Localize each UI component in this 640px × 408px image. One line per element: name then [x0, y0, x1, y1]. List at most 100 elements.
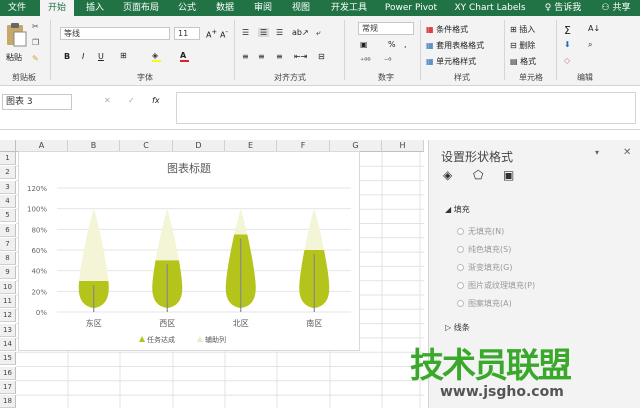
- orientation-icon[interactable]: ab↗: [292, 28, 309, 37]
- align-middle-icon[interactable]: ☰: [258, 28, 270, 37]
- size-properties-tab-icon[interactable]: ▣: [503, 168, 514, 182]
- legend-marker: [197, 336, 203, 342]
- increase-decimal-icon[interactable]: ⁺⁰⁰: [360, 56, 371, 65]
- picture-fill-option[interactable]: 图片或纹理填充(P): [457, 280, 535, 291]
- font-size-select[interactable]: 11: [174, 27, 200, 40]
- align-left-icon[interactable]: ≡: [242, 52, 249, 61]
- row-header[interactable]: 9: [0, 266, 16, 280]
- conditional-format-button[interactable]: ▦ 条件格式: [426, 24, 468, 35]
- align-bottom-icon[interactable]: ☰: [276, 28, 283, 37]
- comma-button[interactable]: ,: [404, 40, 407, 49]
- tell-me-button[interactable]: ♀ 告诉我: [538, 0, 588, 16]
- tab-formulas[interactable]: 公式: [170, 0, 204, 16]
- wrap-text-icon[interactable]: ⤶: [316, 28, 320, 38]
- divider: [504, 20, 505, 80]
- tab-page-layout[interactable]: 页面布局: [116, 0, 166, 16]
- tab-insert[interactable]: 插入: [78, 0, 112, 16]
- percent-button[interactable]: %: [388, 40, 396, 49]
- effects-tab-icon[interactable]: ⬠: [473, 168, 483, 182]
- row-header[interactable]: 10: [0, 280, 16, 294]
- delete-cells-button[interactable]: ⊟ 删除: [510, 40, 535, 51]
- share-button[interactable]: ⚇ 共享: [594, 0, 638, 16]
- underline-button[interactable]: U: [98, 52, 104, 61]
- fill-section-header[interactable]: ◢ 填充: [445, 204, 470, 215]
- font-name-select[interactable]: 等线: [60, 27, 170, 40]
- pane-options-dropdown-icon[interactable]: ▾: [595, 148, 599, 157]
- merge-icon[interactable]: ⊟: [318, 52, 325, 61]
- shrink-font-icon[interactable]: A-: [220, 28, 228, 40]
- format-painter-icon[interactable]: ✎: [32, 54, 39, 63]
- enter-icon[interactable]: ✓: [128, 96, 135, 105]
- cell-styles-button[interactable]: ▦ 单元格样式: [426, 56, 476, 67]
- format-as-table-label: 套用表格格式: [436, 41, 485, 50]
- row-header[interactable]: 7: [0, 237, 16, 251]
- align-center-icon[interactable]: ≡: [258, 52, 265, 61]
- row-header[interactable]: 2: [0, 166, 16, 180]
- row-header[interactable]: 3: [0, 180, 16, 194]
- tab-power-pivot[interactable]: Power Pivot: [380, 0, 442, 16]
- row-header[interactable]: 17: [0, 380, 16, 394]
- autosum-icon[interactable]: Σ: [564, 24, 571, 37]
- paste-button[interactable]: 粘贴: [4, 20, 28, 64]
- formula-input[interactable]: [176, 92, 636, 124]
- tab-view[interactable]: 视图: [284, 0, 318, 16]
- chart-area[interactable]: 0% 20% 40% 60% 80% 100% 120% 东区 西区 北区 南区 任务达成 辅助列 图表…: [18, 151, 360, 351]
- fill-icon[interactable]: ⬇: [564, 40, 571, 49]
- tab-xy-chart-labels[interactable]: XY Chart Labels: [448, 0, 532, 16]
- solid-fill-option[interactable]: 纯色填充(S): [457, 244, 511, 255]
- cancel-icon[interactable]: ✕: [104, 96, 111, 105]
- indent-icon[interactable]: ⇤⇥: [294, 52, 307, 61]
- row-header[interactable]: 1: [0, 152, 16, 165]
- tab-home[interactable]: 开始: [40, 0, 74, 16]
- format-as-table-button[interactable]: ▦ 套用表格格式: [426, 40, 484, 51]
- clear-icon[interactable]: ◇: [564, 56, 570, 65]
- column-header[interactable]: H: [382, 140, 424, 152]
- row-header[interactable]: 8: [0, 252, 16, 266]
- line-section-header[interactable]: ▷ 线条: [445, 322, 470, 333]
- gradient-fill-option[interactable]: 渐变填充(G): [457, 262, 512, 273]
- select-all-corner[interactable]: [0, 140, 16, 152]
- row-header[interactable]: 18: [0, 395, 16, 408]
- currency-icon[interactable]: ▣: [360, 40, 368, 49]
- align-top-icon[interactable]: ☰: [242, 28, 249, 37]
- option-label: 图案填充(A): [468, 299, 512, 308]
- cut-icon[interactable]: ✂: [32, 22, 39, 31]
- row-header[interactable]: 16: [0, 366, 16, 380]
- no-fill-option[interactable]: 无填充(N): [457, 226, 504, 237]
- fill-color-icon[interactable]: ◈: [152, 51, 161, 62]
- font-color-icon[interactable]: A: [180, 51, 189, 62]
- format-cells-button[interactable]: ▤ 格式: [510, 56, 536, 67]
- pattern-fill-option[interactable]: 图案填充(A): [457, 298, 512, 309]
- insert-cells-button[interactable]: ⊞ 插入: [510, 24, 535, 35]
- align-right-icon[interactable]: ≡: [276, 52, 283, 61]
- bold-button[interactable]: B: [64, 52, 70, 61]
- copy-icon[interactable]: ❐: [32, 38, 39, 47]
- row-header[interactable]: 15: [0, 352, 16, 366]
- row-header[interactable]: 4: [0, 194, 16, 208]
- tab-review[interactable]: 审阅: [246, 0, 280, 16]
- editing-group-label: 编辑: [577, 73, 593, 82]
- y-tick-label: 80%: [31, 226, 47, 234]
- decrease-decimal-icon[interactable]: ⁻⁰: [384, 56, 391, 65]
- row-header[interactable]: 6: [0, 223, 16, 237]
- row-header[interactable]: 14: [0, 337, 16, 351]
- sort-filter-icon[interactable]: A↓: [588, 24, 600, 33]
- italic-button[interactable]: I: [82, 52, 84, 61]
- fill-line-tab-icon[interactable]: ◈: [443, 168, 452, 182]
- tab-data[interactable]: 数据: [208, 0, 242, 16]
- row-header[interactable]: 12: [0, 309, 16, 323]
- row-header[interactable]: 11: [0, 295, 16, 308]
- border-icon[interactable]: ⊞: [120, 51, 127, 60]
- insert-function-button[interactable]: fx: [152, 96, 160, 105]
- row-header[interactable]: 13: [0, 323, 16, 337]
- number-format-select[interactable]: 常规: [358, 22, 414, 35]
- font-group-label: 字体: [137, 73, 153, 82]
- chart-title[interactable]: 图表标题: [19, 160, 359, 176]
- row-header[interactable]: 5: [0, 209, 16, 223]
- find-icon[interactable]: ⌕: [588, 40, 592, 50]
- name-box[interactable]: 图表 3: [2, 94, 72, 110]
- grow-font-icon[interactable]: A+: [206, 28, 217, 40]
- tab-file[interactable]: 文件: [0, 0, 34, 16]
- close-icon[interactable]: ✕: [623, 147, 631, 158]
- tab-developer[interactable]: 开发工具: [322, 0, 376, 16]
